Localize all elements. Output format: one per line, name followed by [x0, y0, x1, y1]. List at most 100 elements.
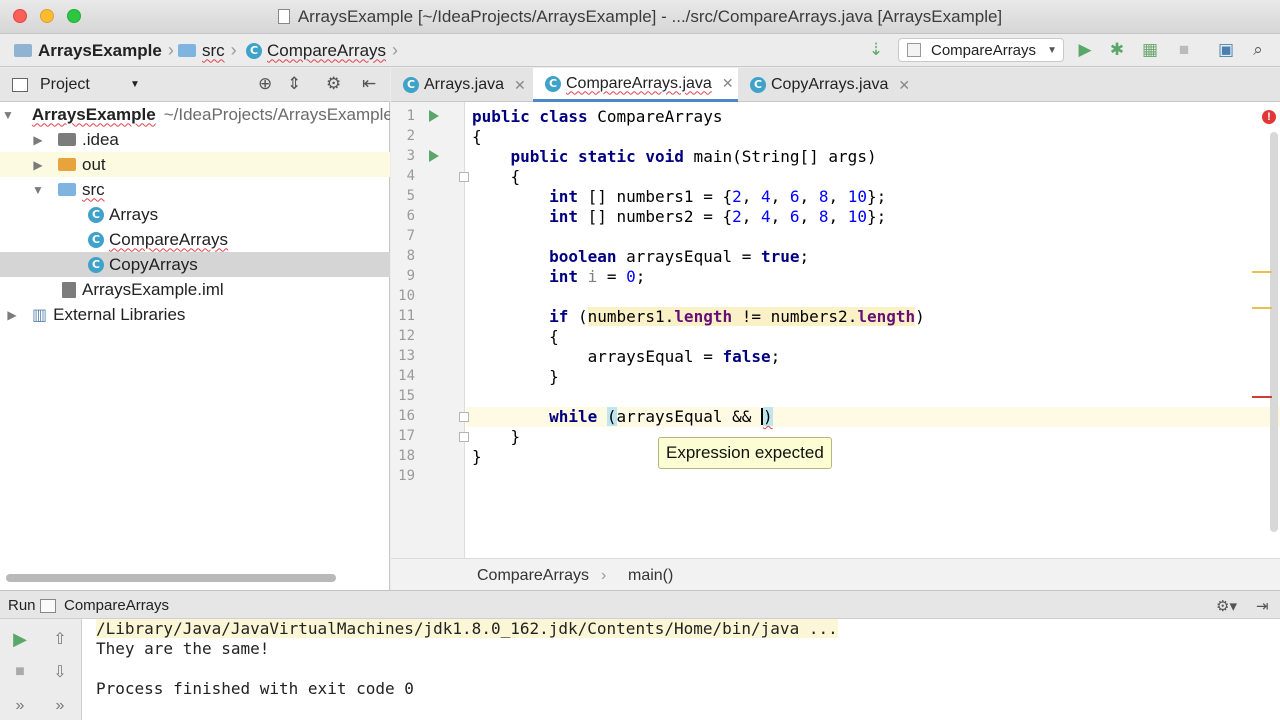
debug-icon[interactable]: ✱	[1107, 40, 1127, 60]
fold-icon[interactable]	[459, 432, 469, 442]
scroll-up-icon[interactable]: ⇧	[50, 629, 70, 649]
class-icon: C	[750, 77, 766, 93]
code-line-1: public class CompareArrays	[472, 107, 723, 126]
fold-icon[interactable]	[459, 412, 469, 422]
collapse-icon[interactable]: ▶	[2, 308, 22, 322]
sort-down-icon[interactable]: ⇣	[866, 40, 886, 60]
class-icon: C	[88, 231, 104, 248]
fold-icon[interactable]	[459, 172, 469, 182]
run-configuration-select[interactable]: CompareArrays ▼	[898, 38, 1064, 62]
line-number: 6	[406, 208, 415, 224]
project-structure-icon[interactable]: ▣	[1216, 40, 1236, 60]
tree-item-idea[interactable]: ▶ .idea	[0, 127, 390, 152]
tree-item-project-root[interactable]: ▼ ArraysExample ~/IdeaProjects/ArraysExa…	[0, 102, 390, 127]
run-icon[interactable]: ▶	[1075, 40, 1095, 60]
scroll-down-icon[interactable]: ⇩	[50, 662, 70, 682]
line-number: 5	[406, 188, 415, 204]
line-number: 7	[406, 228, 415, 244]
collapse-all-icon[interactable]: ⇕	[287, 74, 301, 94]
stop-icon[interactable]: ■	[1174, 40, 1194, 60]
code-line-13: arraysEqual = false;	[587, 347, 781, 366]
vertical-scrollbar[interactable]	[1270, 132, 1278, 532]
warning-marker[interactable]	[1252, 271, 1272, 273]
gear-icon[interactable]: ⚙▾	[1216, 597, 1237, 615]
error-tooltip: Expression expected	[658, 437, 832, 469]
class-icon: C	[403, 77, 419, 93]
window-title: ArraysExample [~/IdeaProjects/ArraysExam…	[0, 7, 1280, 27]
code-line-9: int i = 0;	[549, 267, 646, 286]
close-icon[interactable]: ✕	[722, 75, 734, 92]
folder-icon	[58, 158, 76, 171]
breadcrumb-method[interactable]: main()	[628, 567, 673, 585]
config-icon	[40, 599, 56, 613]
more-icon[interactable]: »	[10, 696, 30, 716]
code-line-6: int [] numbers2 = {2, 4, 6, 8, 10};	[549, 207, 887, 226]
project-panel-title[interactable]: Project	[40, 76, 90, 94]
close-icon[interactable]: ✕	[514, 77, 526, 94]
library-icon: ▥	[32, 306, 48, 324]
console-line: Process finished with exit code 0	[96, 679, 414, 698]
breadcrumb-project[interactable]: ArraysExample ›	[14, 40, 174, 61]
tree-item-arrays[interactable]: C Arrays	[0, 202, 390, 227]
search-icon[interactable]: ⌕	[1248, 40, 1268, 60]
folder-icon	[58, 133, 76, 146]
line-number: 9	[406, 268, 415, 284]
code-line-14: }	[549, 367, 559, 386]
hide-panel-icon[interactable]: ⇤	[362, 74, 376, 94]
warning-marker[interactable]	[1252, 307, 1272, 309]
hide-panel-icon[interactable]: ⇥	[1256, 597, 1269, 615]
console-line: They are the same!	[96, 639, 270, 658]
breadcrumb-class[interactable]: C CompareArrays ›	[246, 40, 398, 61]
line-number: 15	[398, 388, 415, 404]
tree-item-comparearrays[interactable]: C CompareArrays	[0, 227, 390, 252]
line-number: 17	[398, 428, 415, 444]
tab-copyarrays-java[interactable]: C CopyArrays.java ✕	[738, 68, 918, 102]
error-indicator-icon[interactable]: !	[1262, 110, 1276, 124]
chevron-down-icon: ▼	[1047, 44, 1057, 56]
tree-item-copyarrays[interactable]: C CopyArrays	[0, 252, 390, 277]
tree-item-src[interactable]: ▼ src	[0, 177, 390, 202]
document-icon	[277, 9, 290, 24]
run-class-gutter-icon[interactable]	[429, 110, 439, 122]
run-panel-title[interactable]: Run	[8, 597, 36, 614]
chevron-down-icon[interactable]: ▼	[130, 79, 140, 90]
collapse-icon[interactable]: ▶	[28, 133, 48, 147]
project-tree: ▼ ArraysExample ~/IdeaProjects/ArraysExa…	[0, 102, 390, 590]
class-icon: C	[88, 256, 104, 273]
more-icon[interactable]: »	[50, 696, 70, 716]
class-icon: C	[545, 75, 561, 92]
close-icon[interactable]: ✕	[898, 77, 910, 94]
editor-gutter: 1 2 3 4 5 6 7 8 9 10 11 12 13 14 15 16 1…	[391, 102, 469, 558]
project-folder-icon	[14, 44, 32, 57]
config-icon	[907, 43, 921, 57]
rerun-icon[interactable]: ▶	[10, 629, 30, 649]
line-number: 19	[398, 468, 415, 484]
locate-icon[interactable]: ⊕	[258, 74, 272, 94]
expand-icon[interactable]: ▼	[28, 183, 48, 197]
collapse-icon[interactable]: ▶	[28, 158, 48, 172]
gear-icon[interactable]: ⚙	[326, 74, 341, 94]
coverage-icon[interactable]: ▦	[1140, 40, 1160, 60]
breadcrumb-class[interactable]: CompareArrays	[477, 567, 589, 585]
tree-item-external-libraries[interactable]: ▶ ▥ External Libraries	[0, 302, 390, 327]
run-main-gutter-icon[interactable]	[429, 150, 439, 162]
code-editor[interactable]: 1 2 3 4 5 6 7 8 9 10 11 12 13 14 15 16 1…	[391, 102, 1280, 558]
breadcrumb-src[interactable]: src ›	[178, 40, 237, 61]
tab-arrays-java[interactable]: C Arrays.java ✕	[391, 68, 533, 102]
code-line-16: while (arraysEqual && )	[549, 407, 773, 426]
expand-icon[interactable]: ▼	[2, 108, 14, 122]
tree-item-out[interactable]: ▶ out	[0, 152, 390, 177]
console-line: /Library/Java/JavaVirtualMachines/jdk1.8…	[96, 619, 838, 638]
run-tab-label[interactable]: CompareArrays	[64, 597, 169, 614]
line-number: 13	[398, 348, 415, 364]
editor-breadcrumb: CompareArrays › main()	[391, 558, 1280, 590]
code-line-5: int [] numbers1 = {2, 4, 6, 8, 10};	[549, 187, 887, 206]
run-console[interactable]: /Library/Java/JavaVirtualMachines/jdk1.8…	[82, 619, 1280, 720]
horizontal-scrollbar[interactable]	[6, 574, 336, 582]
tree-item-iml[interactable]: ArraysExample.iml	[0, 277, 390, 302]
run-panel-header: Run CompareArrays ⚙▾ ⇥	[0, 590, 1280, 619]
tab-comparearrays-java[interactable]: C CompareArrays.java ✕	[533, 68, 738, 102]
stop-icon[interactable]: ■	[10, 662, 30, 682]
error-marker[interactable]	[1252, 396, 1272, 398]
breadcrumb-separator: ›	[601, 567, 607, 584]
